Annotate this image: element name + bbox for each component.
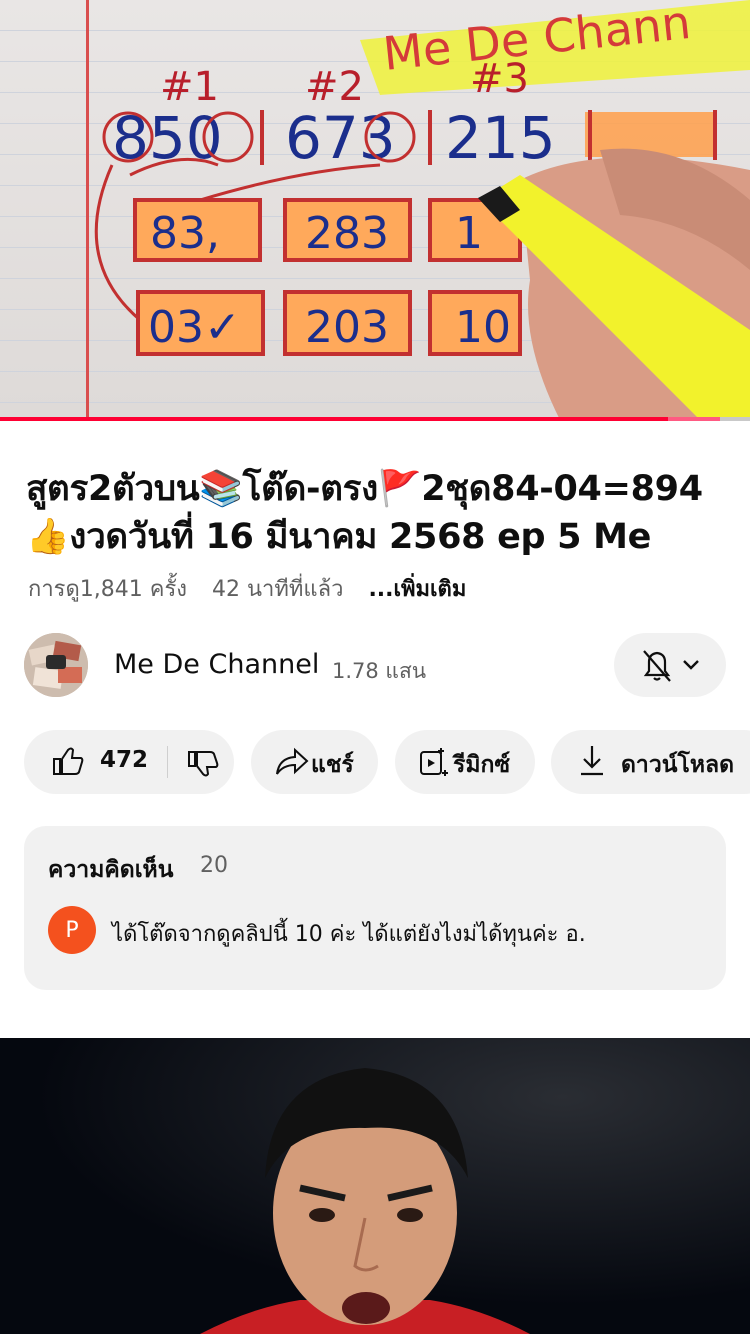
channel-name[interactable]: Me De Channel	[114, 649, 319, 680]
remix-label: รีมิกซ์	[453, 752, 511, 778]
next-video-image	[0, 1038, 750, 1334]
progress-fill	[0, 417, 668, 421]
thumbnail-row2-a: 03✓	[148, 302, 241, 353]
share-button[interactable]: แชร์	[251, 730, 378, 794]
dislike-button[interactable]	[169, 730, 234, 794]
thumbnail-row2-b: 203	[305, 302, 389, 353]
video-title[interactable]: สูตร2ตัวบน📚โต๊ด-ตรง🚩2ชุด84-04=894👍งวดวัน…	[26, 465, 726, 561]
thumbnail-set-3: 215	[445, 104, 556, 172]
thumbnail-tag-3: #3	[470, 56, 529, 102]
comments-panel[interactable]: ความคิดเห็น 20 P ได้โต๊ดจากดูคลิปนี้ 10 …	[24, 826, 726, 990]
download-label: ดาวน์โหลด	[621, 752, 735, 778]
thumb-up-icon	[53, 747, 84, 775]
channel-row: Me De Channel 1.78 แสน	[24, 633, 726, 699]
more-link[interactable]: ...เพิ่มเติม	[368, 577, 466, 602]
thumbnail-row2-c: 10	[455, 302, 511, 353]
thumbnail-row1-b: 283	[305, 208, 389, 259]
download-icon	[581, 746, 603, 776]
download-button[interactable]: ดาวน์โหลด	[551, 730, 750, 794]
like-divider	[167, 746, 168, 778]
remix-button[interactable]: รีมิกซ์	[395, 730, 535, 794]
thumbnail-row1-a: 83,	[150, 208, 220, 259]
video-meta[interactable]: การดู1,841 ครั้ง 42 นาทีที่แล้ว ...เพิ่ม…	[28, 571, 484, 606]
comments-heading: ความคิดเห็น	[48, 857, 174, 883]
thumb-down-icon	[188, 751, 219, 777]
highlighter-in-hand	[478, 148, 750, 420]
thumbnail-row1-c: 1	[455, 208, 483, 259]
remix-icon	[420, 748, 448, 776]
video-thumbnail: Me De Chann #1 #2 #3 850 673 215 83, 283…	[94, 0, 750, 420]
chevron-down-icon	[683, 660, 699, 670]
like-dislike-group: 472	[24, 730, 234, 794]
view-count: การดู1,841 ครั้ง	[28, 577, 188, 602]
video-player[interactable]: Me De Chann #1 #2 #3 850 673 215 83, 283…	[0, 0, 750, 420]
comments-count: 20	[200, 853, 228, 878]
share-icon	[276, 747, 309, 775]
channel-avatar[interactable]	[24, 633, 88, 697]
top-comment-text: ได้โต๊ดจากดูคลิปนี้ 10 ค่ะ ได้แต่ยังไงม่…	[112, 922, 586, 947]
next-video-thumbnail[interactable]	[0, 1038, 750, 1334]
subscription-bell-button[interactable]	[614, 633, 726, 697]
like-button[interactable]: 472	[24, 730, 169, 794]
channel-avatar-image	[24, 633, 88, 697]
upload-age: 42 นาทีที่แล้ว	[212, 577, 344, 602]
action-bar: 472 แชร์ รีมิกซ์ ดาวน์โหลด	[24, 730, 750, 794]
share-label: แชร์	[311, 752, 354, 778]
subscriber-count: 1.78 แสน	[332, 659, 427, 683]
comment-avatar: P	[48, 906, 96, 954]
video-progress-bar[interactable]	[0, 417, 750, 421]
like-count: 472	[100, 747, 149, 773]
progress-buffer	[667, 417, 720, 421]
